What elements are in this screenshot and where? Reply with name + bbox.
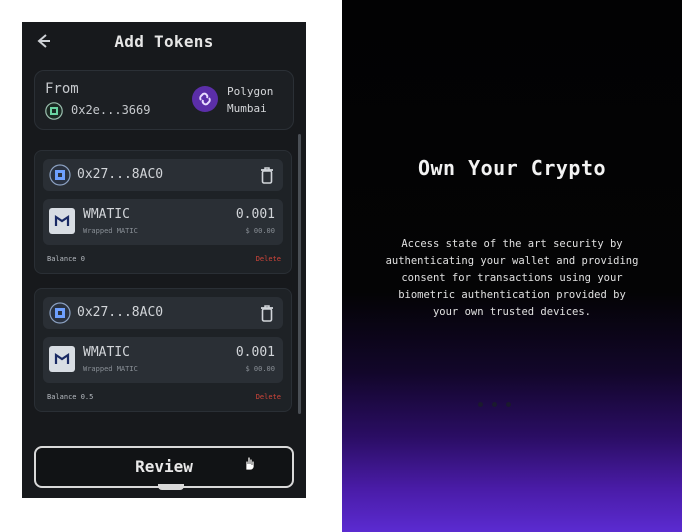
token-amount: 0.001 xyxy=(235,207,275,222)
description-line: consent for transactions using your xyxy=(401,272,623,284)
header: Add Tokens xyxy=(22,22,306,62)
pager-dot[interactable] xyxy=(492,402,497,407)
description-line: biometric authentication provided by xyxy=(398,289,626,301)
token-name: Wrapped MATIC xyxy=(83,227,138,235)
description-line: authenticating your wallet and providing xyxy=(385,255,639,267)
page-title: Add Tokens xyxy=(114,32,214,51)
token-address: 0x27...8AC0 xyxy=(77,167,164,182)
network-name-line2: Mumbai xyxy=(227,102,267,115)
onboarding-screen: Own Your Crypto Access state of the art … xyxy=(342,0,682,532)
token-balance: Balance 0.5 xyxy=(47,393,94,401)
bottom-handle xyxy=(158,484,184,490)
network-name-line1: Polygon xyxy=(227,85,274,98)
description-line: your own trusted devices. xyxy=(432,306,592,318)
token-fiat-value: $ 00.00 xyxy=(245,227,275,235)
scrollbar[interactable] xyxy=(298,134,301,414)
token-balance: Balance 0 xyxy=(47,255,85,263)
polygon-link-icon xyxy=(192,86,218,112)
token-address: 0x27...8AC0 xyxy=(77,305,164,320)
delete-link[interactable]: Delete xyxy=(256,393,281,401)
token-address-icon xyxy=(49,302,71,324)
token-name: Wrapped MATIC xyxy=(83,365,138,373)
onboarding-description: Access state of the art security by auth… xyxy=(362,236,662,321)
token-amount: 0.001 xyxy=(235,345,275,360)
token-asset-row[interactable]: WMATIC Wrapped MATIC 0.001 $ 00.00 xyxy=(43,199,283,245)
network-name: Polygon Mumbai xyxy=(227,83,273,117)
pager-dot[interactable] xyxy=(478,402,483,407)
description-line: Access state of the art security by xyxy=(401,238,623,250)
from-label: From xyxy=(45,81,79,97)
token-card: 0x27...8AC0 WMATIC Wrapped MATIC 0.001 $… xyxy=(34,150,292,274)
add-tokens-screen: Add Tokens From 0x2e...3669 Polygon Mumb… xyxy=(22,22,306,498)
hand-cursor-icon xyxy=(245,456,255,471)
token-fiat-value: $ 00.00 xyxy=(245,365,275,373)
matic-logo-icon xyxy=(49,208,75,234)
wallet-avatar-icon xyxy=(45,102,63,120)
onboarding-title: Own Your Crypto xyxy=(417,156,607,180)
trash-icon[interactable] xyxy=(259,165,275,185)
token-symbol: WMATIC xyxy=(83,207,130,222)
pager-dots xyxy=(478,400,548,410)
trash-icon[interactable] xyxy=(259,303,275,323)
matic-logo-icon xyxy=(49,346,75,372)
pager-dot[interactable] xyxy=(506,402,511,407)
token-asset-row[interactable]: WMATIC Wrapped MATIC 0.001 $ 00.00 xyxy=(43,337,283,383)
from-card: From 0x2e...3669 Polygon Mumbai xyxy=(34,70,294,130)
from-address: 0x2e...3669 xyxy=(71,103,151,117)
token-symbol: WMATIC xyxy=(83,345,130,360)
token-card: 0x27...8AC0 WMATIC Wrapped MATIC 0.001 $… xyxy=(34,288,292,412)
token-address-icon xyxy=(49,164,71,186)
delete-link[interactable]: Delete xyxy=(256,255,281,263)
token-address-row: 0x27...8AC0 xyxy=(43,297,283,329)
token-address-row: 0x27...8AC0 xyxy=(43,159,283,191)
